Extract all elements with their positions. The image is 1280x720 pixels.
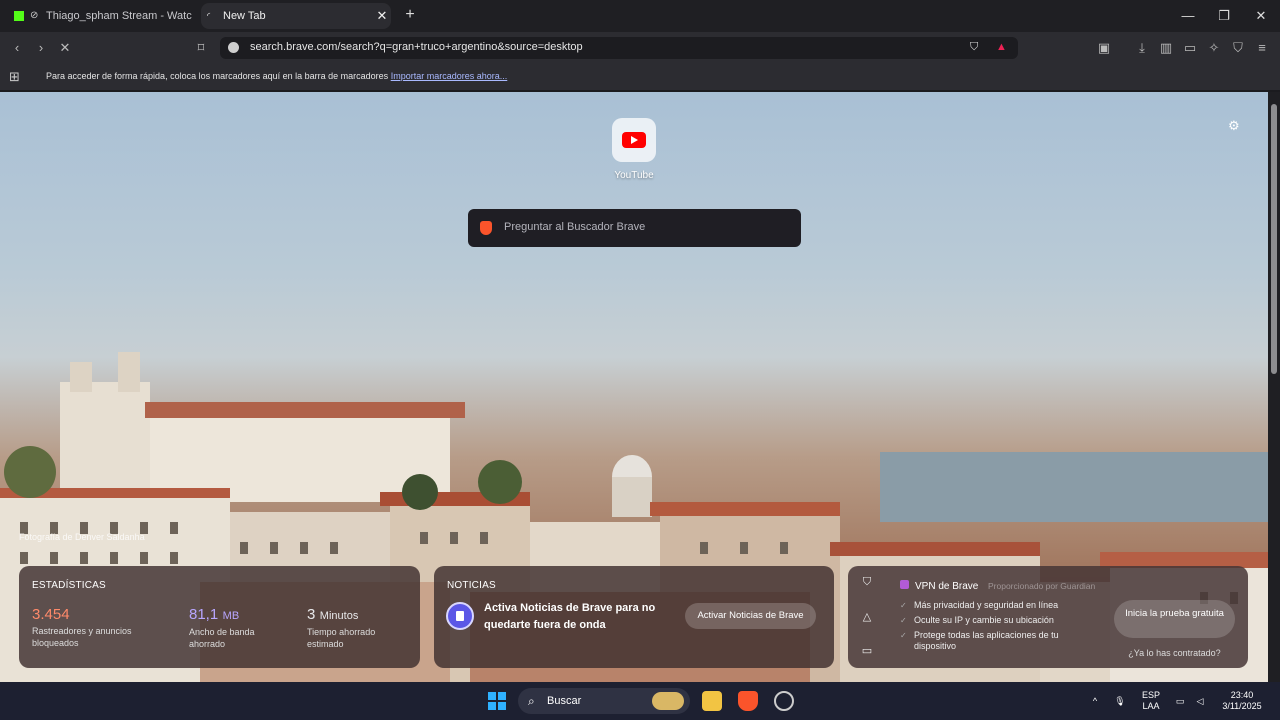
taskbar-search-label: Buscar: [547, 695, 582, 707]
gear-icon[interactable]: ⚙: [1228, 118, 1240, 134]
url-text: search.brave.com/search?q=gran+truco+arg…: [250, 41, 583, 53]
taskbar-search[interactable]: ⌕ Buscar: [518, 688, 690, 714]
close-window-button[interactable]: ✕: [1243, 0, 1279, 32]
restore-button[interactable]: ❐: [1206, 0, 1242, 32]
news-widget: NOTICIAS Activa Noticias de Brave para n…: [434, 566, 834, 668]
stat-time-unit: Minutos: [319, 610, 359, 622]
stat-time-value: 3: [307, 606, 316, 623]
apps-grid-icon[interactable]: ⊞: [9, 69, 20, 85]
search-highlight-icon: [652, 692, 684, 710]
new-tab-page: YouTube ⚙ Preguntar al Buscador Brave Fo…: [0, 92, 1268, 682]
loading-icon: ◜: [207, 11, 211, 20]
download-icon[interactable]: ⤓: [1132, 38, 1152, 58]
tab-new-tab[interactable]: ◜ New Tab ✕: [201, 3, 391, 29]
youtube-icon: [622, 132, 646, 148]
windows-taskbar: ⌕ Buscar ^ 🎙 ESP LAA ▭ ◁ 23:40 3/11/2025: [0, 682, 1280, 720]
stop-icon[interactable]: ✕: [55, 38, 75, 58]
vpn-title: VPN de Brave: [900, 580, 978, 592]
stat-time-label: Tiempo ahorrado estimado: [307, 627, 376, 649]
vpn-feature: Más privacidad y seguridad en línea: [900, 600, 1100, 611]
talk-icon[interactable]: ▭: [860, 644, 874, 658]
scrollbar-thumb[interactable]: [1271, 104, 1277, 374]
muted-icon: ⊘: [30, 10, 39, 21]
app-icon[interactable]: [774, 691, 794, 711]
stat-bandwidth-unit: MB: [222, 610, 240, 622]
activate-news-button[interactable]: Activar Noticias de Brave: [685, 603, 816, 629]
clock[interactable]: 23:40 3/11/2025: [1216, 682, 1268, 720]
clock-time: 23:40: [1230, 690, 1254, 700]
minimize-button[interactable]: —: [1170, 0, 1206, 32]
stats-title: ESTADÍSTICAS: [32, 580, 106, 591]
news-text: Activa Noticias de Brave para no quedart…: [484, 602, 656, 631]
bookmarks-bar: ⊞ Para acceder de forma rápida, coloca l…: [0, 64, 1280, 90]
file-explorer-icon[interactable]: [702, 691, 722, 711]
network-icon[interactable]: ▭: [1172, 682, 1188, 720]
back-icon[interactable]: ‹: [7, 38, 27, 58]
reader-icon[interactable]: ▣: [1094, 38, 1114, 58]
stat-trackers-value: 3.454: [32, 606, 70, 623]
import-bookmarks-link[interactable]: Importar marcadores ahora...: [391, 71, 508, 81]
top-site-youtube[interactable]: [612, 118, 656, 162]
microphone-icon[interactable]: 🎙: [1112, 682, 1128, 720]
vpn-icon[interactable]: ⛉: [1228, 38, 1248, 58]
keyboard-layout: LAA: [1142, 701, 1160, 711]
menu-icon[interactable]: ≡: [1252, 38, 1272, 58]
vpn-features: Más privacidad y seguridad en línea Ocul…: [900, 600, 1100, 656]
vpn-shield-icon[interactable]: ⛉: [860, 576, 874, 590]
brave-shields-icon[interactable]: ⛉: [970, 41, 978, 54]
vpn-widget: ⛉ △ ▭ VPN de Brave Proporcionado por Gua…: [848, 566, 1248, 668]
brave-search-box[interactable]: Preguntar al Buscador Brave: [468, 209, 801, 247]
stat-bandwidth-label: Ancho de banda ahorrado: [189, 627, 255, 649]
news-icon: [446, 602, 474, 630]
vpn-logo-icon: [900, 580, 909, 589]
windows-start-icon[interactable]: [488, 692, 506, 710]
page-scrollbar[interactable]: [1268, 92, 1280, 682]
tab-title: New Tab: [223, 10, 266, 22]
wallet-icon[interactable]: ▭: [1180, 38, 1200, 58]
brave-browser-icon[interactable]: [738, 691, 758, 711]
already-purchased-link[interactable]: ¿Ya lo has contratado?: [1114, 648, 1235, 658]
kick-icon: [14, 11, 24, 21]
tab-title: Thiago_spham Stream - Watch Li: [46, 10, 192, 22]
brave-rewards-icon[interactable]: ▲: [996, 41, 1007, 53]
photo-credit[interactable]: Fotografía de Denver Saldanha: [19, 532, 145, 542]
widget-switcher: ⛉ △ ▭: [848, 566, 886, 668]
search-icon: ⌕: [528, 694, 535, 708]
rewards-triangle-icon[interactable]: △: [860, 610, 874, 624]
stat-trackers: 3.454 Rastreadores y anuncios bloqueados: [32, 606, 142, 649]
news-title: NOTICIAS: [447, 580, 496, 591]
start-trial-button[interactable]: Inicia la prueba gratuita: [1114, 600, 1235, 638]
chevron-up-icon[interactable]: ^: [1088, 682, 1102, 720]
close-tab-icon[interactable]: ✕: [373, 8, 391, 24]
language-code: ESP: [1141, 690, 1160, 700]
search-placeholder: Preguntar al Buscador Brave: [504, 221, 646, 233]
stat-trackers-label: Rastreadores y anuncios bloqueados: [32, 626, 132, 648]
tab-kick-stream[interactable]: ⊘ Thiago_spham Stream - Watch Li: [8, 4, 192, 28]
stats-widget: ESTADÍSTICAS 3.454 Rastreadores y anunci…: [19, 566, 420, 668]
vpn-feature: Protege todas las aplicaciones de tu dis…: [900, 630, 1100, 652]
vpn-feature: Oculte su IP y cambie su ubicación: [900, 615, 1100, 626]
sidebar-icon[interactable]: ▥: [1156, 38, 1176, 58]
vpn-provider: Proporcionado por Guardian: [988, 581, 1096, 591]
language-indicator[interactable]: ESP LAA: [1138, 682, 1164, 720]
tab-strip: ⊘ Thiago_spham Stream - Watch Li ◜ New T…: [0, 0, 1280, 32]
address-bar[interactable]: search.brave.com/search?q=gran+truco+arg…: [220, 37, 1018, 59]
sea-strip: [880, 452, 1268, 522]
volume-icon[interactable]: ◁: [1192, 682, 1208, 720]
new-tab-button[interactable]: +: [401, 6, 419, 24]
clock-date: 3/11/2025: [1222, 701, 1262, 711]
forward-icon[interactable]: ›: [31, 38, 51, 58]
bookmarks-hint: Para acceder de forma rápida, coloca los…: [46, 71, 507, 81]
site-info-icon[interactable]: [228, 42, 239, 53]
stat-bandwidth: 81,1 MB Ancho de banda ahorrado: [189, 606, 269, 650]
brave-lion-icon: [480, 221, 492, 235]
top-site-label: YouTube: [614, 170, 654, 181]
bookmark-icon[interactable]: ⌑: [191, 38, 211, 58]
leo-ai-icon[interactable]: ✧: [1204, 38, 1224, 58]
stat-bandwidth-value: 81,1: [189, 606, 219, 623]
stat-time: 3 Minutos Tiempo ahorrado estimado: [307, 606, 387, 650]
bookmarks-hint-text: Para acceder de forma rápida, coloca los…: [46, 71, 389, 81]
vpn-title-text: VPN de Brave: [915, 581, 979, 592]
